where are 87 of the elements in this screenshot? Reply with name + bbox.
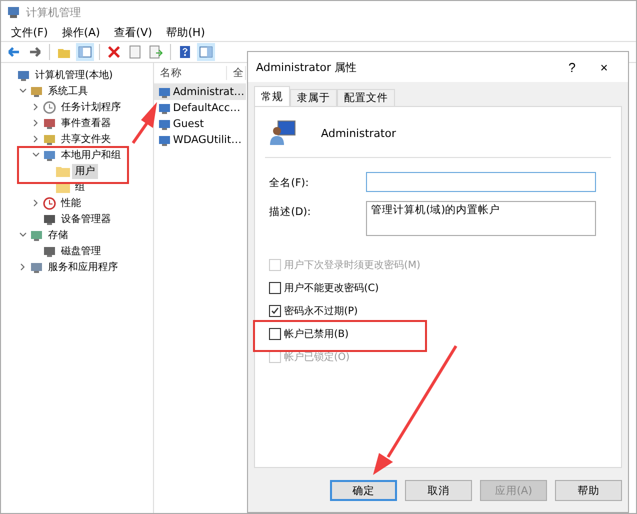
properties-icon <box>128 45 142 59</box>
user-icon <box>158 118 171 130</box>
chevron-icon[interactable] <box>32 103 40 111</box>
folder-icon <box>56 165 70 177</box>
tree-item[interactable]: 计算机管理(本地) <box>32 68 116 82</box>
user-row[interactable]: WDAGUtilit… <box>154 132 246 148</box>
node-icon <box>30 84 43 98</box>
gauge-icon <box>43 196 56 210</box>
field-label: 全名(F): <box>268 176 310 190</box>
field-label: 描述(D): <box>268 205 312 219</box>
checkbox[interactable] <box>269 304 281 316</box>
help-icon <box>178 45 192 59</box>
dialog-button[interactable]: 确定 <box>330 480 397 501</box>
export-button[interactable] <box>147 43 165 61</box>
user-icon <box>158 86 171 98</box>
chevron-icon[interactable] <box>19 263 27 271</box>
window-title: 计算机管理 <box>26 4 81 20</box>
user-row[interactable]: DefaultAcc… <box>154 100 246 116</box>
menu-item[interactable]: 操作(A) <box>62 24 100 40</box>
tree-item[interactable]: 性能 <box>58 196 84 210</box>
menu-item[interactable]: 文件(F) <box>11 24 48 40</box>
tree-item[interactable]: 存储 <box>45 228 71 242</box>
node-icon <box>30 228 43 242</box>
clock-icon <box>43 100 56 114</box>
column-header[interactable]: 名称 <box>154 66 228 80</box>
chevron-icon[interactable] <box>32 199 40 207</box>
node-icon <box>43 244 56 258</box>
delete-icon <box>107 45 121 59</box>
node-icon <box>43 132 56 146</box>
user-name: Guest <box>173 118 204 130</box>
user-name: Administrator <box>321 126 396 140</box>
dialog-button[interactable]: 取消 <box>405 480 472 501</box>
export-icon <box>149 45 163 59</box>
checkbox-label: 帐户已禁用(B) <box>284 328 349 340</box>
chevron-icon[interactable] <box>19 231 27 239</box>
tab[interactable]: 常规 <box>254 86 290 106</box>
help-button[interactable]: ? <box>556 60 588 74</box>
menu-item[interactable]: 帮助(H) <box>166 24 205 40</box>
user-row[interactable]: Administrat… <box>154 84 246 100</box>
node-icon <box>30 260 43 274</box>
node-icon <box>43 148 56 162</box>
chevron-icon[interactable] <box>19 87 27 95</box>
checkbox-label: 用户不能更改密码(C) <box>284 282 379 294</box>
user-icon <box>269 119 297 147</box>
checkbox-label: 用户下次登录时须更改密码(M) <box>284 258 420 272</box>
user-icon <box>158 102 171 114</box>
user-row[interactable]: Guest <box>154 116 246 132</box>
app-icon <box>7 6 20 18</box>
user-icon <box>158 134 171 146</box>
node-icon <box>43 212 56 226</box>
user-name: Administrat… <box>173 86 244 98</box>
tree-item[interactable]: 本地用户和组 <box>58 148 124 162</box>
node-icon <box>43 116 56 130</box>
node-icon <box>17 68 30 82</box>
arrow-drawing <box>132 102 157 144</box>
column-header[interactable]: 全 <box>227 66 246 80</box>
pane-button[interactable] <box>76 43 94 61</box>
tab[interactable]: 隶属于 <box>290 89 337 106</box>
forward-icon <box>28 45 42 59</box>
tree-item[interactable]: 系统工具 <box>45 84 91 98</box>
pane-icon <box>199 45 213 59</box>
chevron-icon[interactable] <box>32 135 40 143</box>
tree-item[interactable]: 共享文件夹 <box>58 132 114 146</box>
dialog-title: Administrator 属性 <box>256 60 358 74</box>
pane-button[interactable] <box>197 43 215 61</box>
description-field[interactable]: 管理计算机(域)的内置帐户 <box>366 201 596 236</box>
tree-item[interactable]: 用户 <box>72 164 98 178</box>
tree-item[interactable]: 任务计划程序 <box>58 100 124 114</box>
tree-item[interactable]: 磁盘管理 <box>58 244 104 258</box>
checkbox-label: 帐户已锁定(O) <box>284 350 350 364</box>
user-name: WDAGUtilit… <box>173 134 242 146</box>
user-name: DefaultAcc… <box>173 102 240 114</box>
tab[interactable]: 配置文件 <box>337 89 395 106</box>
back-icon <box>7 45 21 59</box>
dialog-button[interactable]: 帮助 <box>555 480 622 501</box>
tree-item[interactable]: 服务和应用程序 <box>45 260 121 274</box>
close-button[interactable]: × <box>588 60 620 74</box>
full-name-field[interactable] <box>366 172 596 192</box>
checkbox[interactable] <box>269 282 281 294</box>
chevron-icon[interactable] <box>32 151 40 159</box>
tree-item[interactable]: 事件查看器 <box>58 116 114 130</box>
tree-item[interactable]: 设备管理器 <box>58 212 114 226</box>
chevron-icon[interactable] <box>32 119 40 127</box>
checkbox-label: 密码永不过期(P) <box>284 304 358 318</box>
checkbox[interactable] <box>269 328 281 340</box>
menu-item[interactable]: 查看(V) <box>114 24 152 40</box>
pane-icon <box>78 45 92 59</box>
